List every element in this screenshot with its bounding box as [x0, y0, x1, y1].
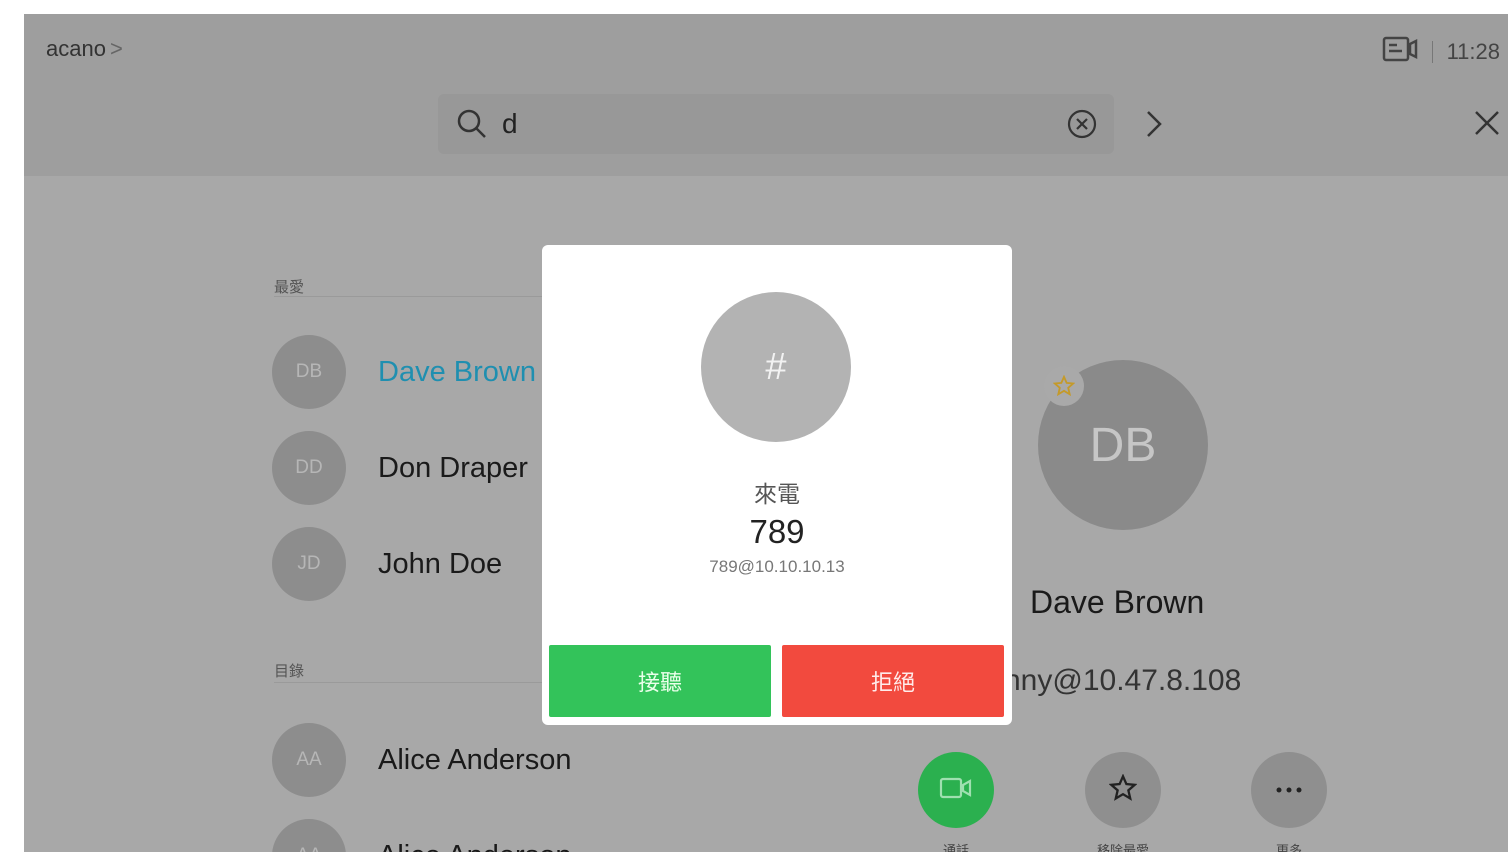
incoming-call-dialog: # 來電 789 789@10.10.10.13 接聽 拒絕	[542, 245, 1012, 725]
favorites-section-label: 最愛	[274, 279, 305, 296]
contact-row[interactable]: AA Alice Anderson	[272, 818, 571, 852]
avatar: DB	[272, 335, 346, 409]
call-status: 來電	[754, 481, 800, 507]
star-icon	[1108, 772, 1138, 807]
chevron-right-icon[interactable]	[1140, 106, 1168, 147]
chevron-right-icon: >	[109, 36, 123, 61]
action-label: 更多	[1275, 843, 1302, 852]
video-call-icon	[939, 776, 973, 805]
contact-row[interactable]: AA Alice Anderson	[272, 722, 571, 798]
avatar: AA	[272, 819, 346, 852]
avatar: DD	[272, 431, 346, 505]
clear-search-icon[interactable]	[1066, 108, 1098, 145]
contact-row[interactable]: DB Dave Brown	[272, 334, 536, 410]
caller-avatar: #	[701, 292, 851, 442]
avatar: JD	[272, 527, 346, 601]
search-input[interactable]: d	[502, 108, 518, 140]
contact-name: Alice Anderson	[378, 840, 571, 852]
favorite-star-icon	[1044, 366, 1084, 406]
avatar: AA	[272, 723, 346, 797]
divider	[274, 682, 574, 683]
caller-name: 789	[749, 513, 805, 550]
remove-favorite-button[interactable]	[1085, 752, 1161, 828]
search-icon	[456, 108, 488, 145]
contact-name: John Doe	[378, 547, 503, 580]
action-label: 通話	[942, 843, 969, 852]
brand-label: acano	[46, 36, 106, 61]
more-icon	[1275, 781, 1303, 799]
divider	[1431, 41, 1433, 63]
top-bar: acano > 11:28 d	[24, 14, 1508, 176]
contact-name: Dave Brown	[378, 355, 536, 388]
close-icon[interactable]	[1472, 106, 1502, 147]
directory-section-label: 目錄	[274, 663, 305, 680]
camera-screen-icon[interactable]	[1382, 36, 1418, 68]
contact-row[interactable]: JD John Doe	[272, 526, 502, 602]
detail-name: Dave Brown	[1030, 584, 1205, 620]
contact-name: Alice Anderson	[378, 743, 572, 776]
decline-button[interactable]: 拒絕	[782, 645, 1004, 717]
accept-button[interactable]: 接聽	[549, 645, 771, 717]
clock: 11:28	[1446, 39, 1500, 64]
detail-uri: nny@10.47.8.108	[1004, 664, 1242, 697]
contact-row[interactable]: DD Don Draper	[272, 430, 528, 506]
action-label: 移除最愛	[1096, 843, 1149, 852]
divider	[274, 296, 574, 297]
more-button[interactable]	[1251, 752, 1327, 828]
caller-uri: 789@10.10.10.13	[709, 557, 845, 576]
brand-breadcrumb[interactable]: acano >	[46, 36, 123, 62]
status-area: 11:28	[1382, 36, 1500, 68]
video-call-button[interactable]	[918, 752, 994, 828]
contact-name: Don Draper	[378, 451, 528, 484]
search-bar[interactable]: d	[438, 94, 1114, 154]
